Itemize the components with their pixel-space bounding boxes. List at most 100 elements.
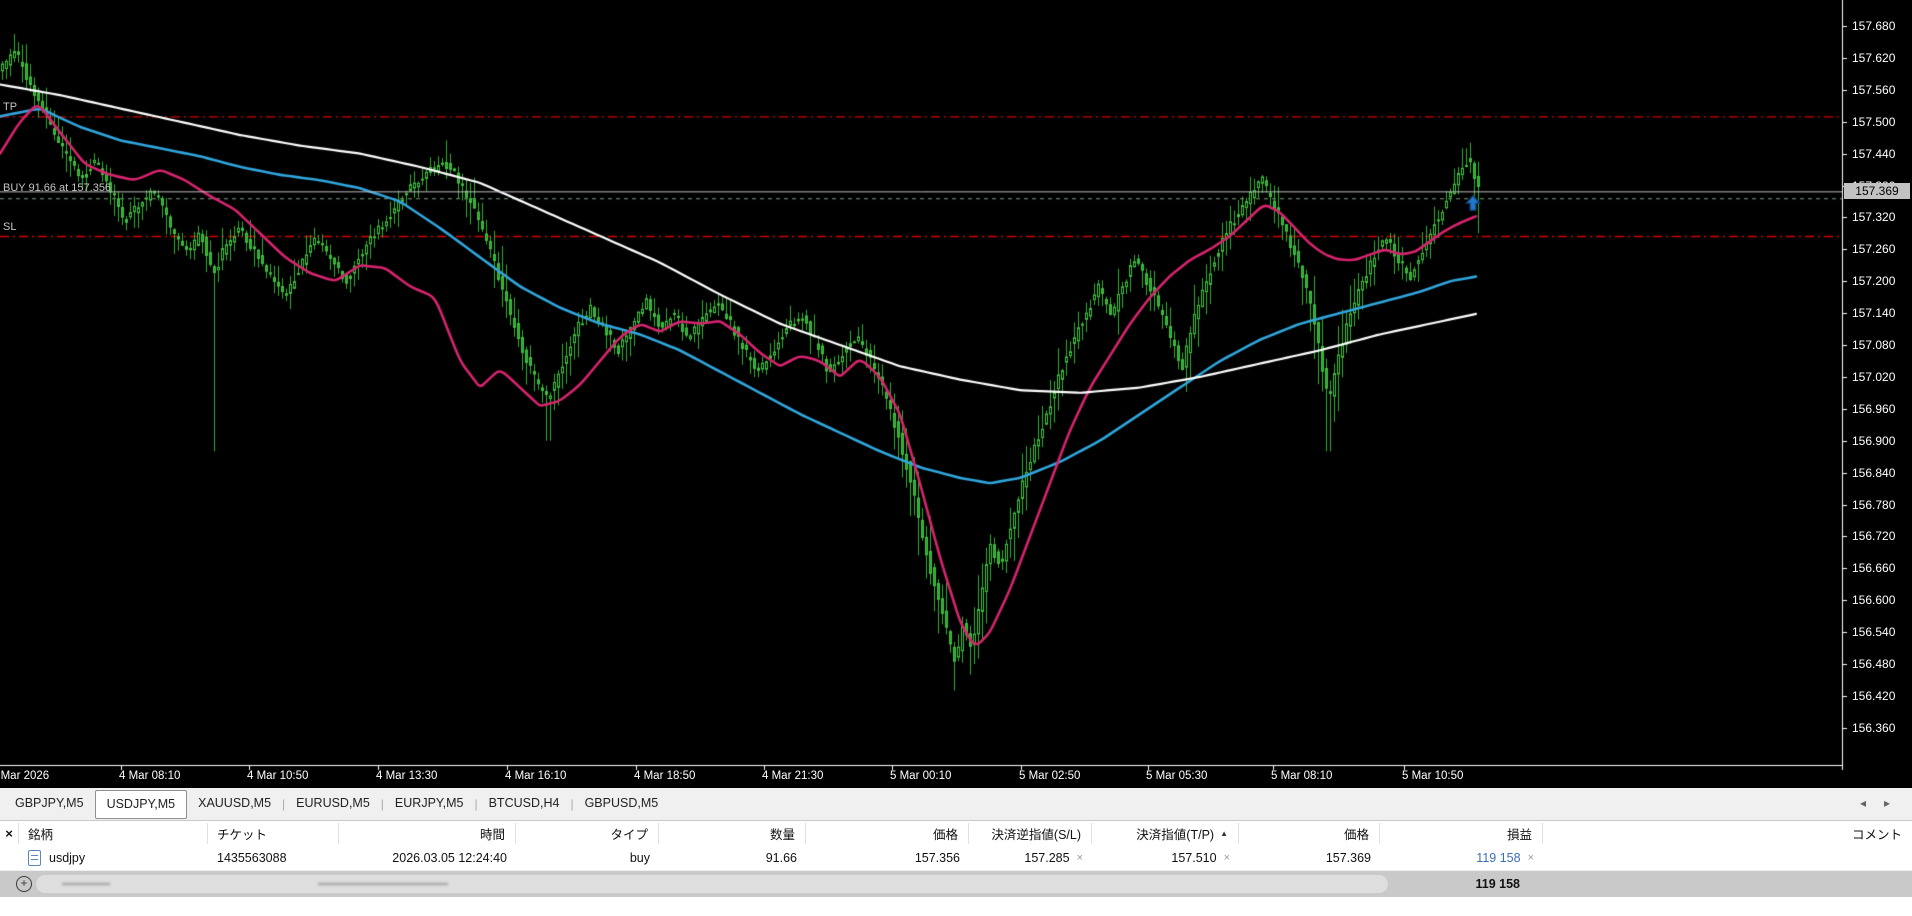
chart-tab-gbpjpy[interactable]: GBPJPY,M5 <box>4 789 95 818</box>
redacted-text <box>62 883 110 885</box>
column-header[interactable]: 時間 <box>338 821 515 846</box>
chart-tab-eurusd[interactable]: EURUSD,M5 <box>285 789 381 818</box>
column-header[interactable]: 価格 <box>1238 821 1379 846</box>
symbol-cell-value: usdjpy <box>49 851 86 865</box>
chart-canvas[interactable] <box>0 0 1912 788</box>
symbol-tab-bar: GBPJPY,M5 USDJPY,M5 XAUUSD,M5 | EURUSD,M5 | EU… <box>0 788 1912 819</box>
position-row[interactable]: usdjpy 1435563088 2026.03.05 12:24:40 buy 91… <box>0 846 1912 870</box>
chart-tab-usdjpy[interactable]: USDJPY,M5 <box>94 789 188 819</box>
ticket-cell-value: 1435563088 <box>217 851 287 865</box>
column-header[interactable]: 損益 <box>1379 821 1542 846</box>
column-header[interactable]: 決済指値(T/P) ▲ <box>1091 821 1238 846</box>
tab-scroll-right-icon[interactable]: ▸ <box>1884 796 1890 810</box>
column-header-label: チケット <box>217 828 268 842</box>
take-profit-cell[interactable]: 157.510 × <box>1091 846 1238 870</box>
price-axis-label: 156.540 <box>1852 625 1896 640</box>
chart-tab-xauusd[interactable]: XAUUSD,M5 <box>187 789 282 818</box>
column-header[interactable]: 銘柄 <box>18 821 207 846</box>
column-header-label: 決済逆指値(S/L) <box>991 828 1081 842</box>
stop-loss-cell[interactable]: 157.285 × <box>968 846 1091 870</box>
remove-sl-icon[interactable]: × <box>1077 852 1083 864</box>
price-axis-label: 156.360 <box>1852 720 1896 735</box>
price-axis-label: 156.720 <box>1852 529 1896 544</box>
column-header-label: 時間 <box>479 828 505 842</box>
column-header-label: 価格 <box>1343 828 1369 842</box>
time-axis-label: 4 Mar 16:10 <box>505 770 567 782</box>
column-header-label: コメント <box>1851 828 1902 842</box>
profit-cell[interactable]: 119 158 × <box>1379 846 1542 870</box>
price-axis-label: 157.140 <box>1852 306 1896 321</box>
price-axis[interactable]: 157.680 157.620 157.560 157.500 157.440 157.3… <box>1847 0 1912 765</box>
profit-cell-value: 119 158 <box>1476 851 1521 865</box>
time-axis-label: 4 Mar 21:30 <box>762 770 824 782</box>
price-axis-label: 157.440 <box>1852 146 1896 161</box>
positions-table-header: × 銘柄 チケット 時間 タイプ 数量 価格 決済逆指値(S/L) 決済指値(T/P) ▲ 価格 損… <box>0 820 1912 847</box>
open-price-cell[interactable]: 157.356 <box>805 846 968 870</box>
current-price-tag: 157.369 <box>1844 183 1910 200</box>
column-divider <box>1542 823 1543 844</box>
open-price-cell-value: 157.356 <box>914 851 960 865</box>
column-header[interactable]: チケット <box>207 821 338 846</box>
sl-line-label: SL <box>3 221 17 233</box>
price-axis-label: 157.500 <box>1852 114 1896 129</box>
time-axis-label: 5 Mar 00:10 <box>890 770 952 782</box>
price-axis-label: 157.560 <box>1852 82 1896 97</box>
volume-cell[interactable]: 91.66 <box>658 846 805 870</box>
sort-ascending-icon: ▲ <box>1220 829 1228 838</box>
column-header[interactable]: コメント <box>1542 821 1912 846</box>
redacted-text <box>318 883 448 885</box>
order-type-cell[interactable]: buy <box>515 846 658 870</box>
price-axis-label: 156.900 <box>1852 433 1896 448</box>
column-header-label: 損益 <box>1506 828 1532 842</box>
panel-footer-strip <box>0 897 1912 916</box>
price-axis-label: 157.080 <box>1852 338 1896 352</box>
column-header[interactable]: タイプ <box>515 821 658 846</box>
position-document-icon <box>28 850 41 866</box>
time-axis-label: 4 Mar 13:30 <box>376 770 438 782</box>
total-profit-value: 119 158 <box>1475 877 1521 891</box>
close-all-icon[interactable]: × <box>0 821 18 846</box>
price-axis-label: 157.260 <box>1852 242 1896 257</box>
time-axis-label: 5 Mar 02:50 <box>1019 770 1081 782</box>
column-header-label: 価格 <box>932 828 958 842</box>
price-axis-label: 157.200 <box>1852 274 1896 289</box>
price-axis-label: 156.780 <box>1852 497 1896 512</box>
ticket-cell[interactable]: 1435563088 <box>207 846 338 870</box>
column-header[interactable]: 数量 <box>658 821 805 846</box>
order-type-cell-value: buy <box>629 851 650 865</box>
open-time-cell[interactable]: 2026.03.05 12:24:40 <box>338 846 515 870</box>
time-axis-label: 5 Mar 08:10 <box>1271 770 1333 782</box>
remove-profit-icon[interactable]: × <box>1528 852 1534 864</box>
column-divider <box>968 823 969 844</box>
chart-tab-gbpusd[interactable]: GBPUSD,M5 <box>574 789 670 818</box>
remove-tp-icon[interactable]: × <box>1224 852 1230 864</box>
entry-line-label: BUY 91.66 at 157.356 <box>3 182 112 195</box>
symbol-cell[interactable]: usdjpy <box>18 846 207 870</box>
chart-tab-eurjpy[interactable]: EURJPY,M5 <box>384 789 475 818</box>
price-axis-label: 156.960 <box>1852 401 1896 416</box>
price-axis-label: 157.680 <box>1852 19 1896 33</box>
time-axis-label: 4 Mar 2026 <box>0 770 50 782</box>
chart-tab-btcusd[interactable]: BTCUSD,H4 <box>478 789 571 818</box>
tp-line-label: TP <box>3 101 18 114</box>
stop-loss-cell-value: 157.285 <box>1024 851 1070 865</box>
column-divider <box>1091 823 1092 844</box>
time-axis-label: 5 Mar 05:30 <box>1146 770 1208 782</box>
price-axis-label: 156.840 <box>1852 465 1896 480</box>
time-axis-label: 5 Mar 10:50 <box>1402 770 1464 782</box>
add-position-icon[interactable]: + <box>16 876 32 892</box>
column-divider <box>207 823 208 844</box>
price-chart-area[interactable]: TP BUY 91.66 at 157.356 SL 157.680 157.62… <box>0 0 1912 788</box>
column-header-label: 決済指値(T/P) <box>1136 828 1215 842</box>
price-axis-label: 156.660 <box>1852 561 1896 576</box>
terminal-bottom-panel: GBPJPY,M5 USDJPY,M5 XAUUSD,M5 | EURUSD,M5 | EU… <box>0 788 1912 916</box>
current-price-cell[interactable]: 157.369 <box>1238 846 1379 870</box>
take-profit-cell-value: 157.510 <box>1171 851 1217 865</box>
column-header[interactable]: 決済逆指値(S/L) <box>968 821 1091 846</box>
price-axis-label: 157.620 <box>1852 50 1896 65</box>
time-axis-label: 4 Mar 18:50 <box>634 770 696 782</box>
tab-scroll-left-icon[interactable]: ◂ <box>1860 796 1866 810</box>
column-divider <box>515 823 516 844</box>
current-price-cell-value: 157.369 <box>1325 851 1371 865</box>
column-header[interactable]: 価格 <box>805 821 968 846</box>
